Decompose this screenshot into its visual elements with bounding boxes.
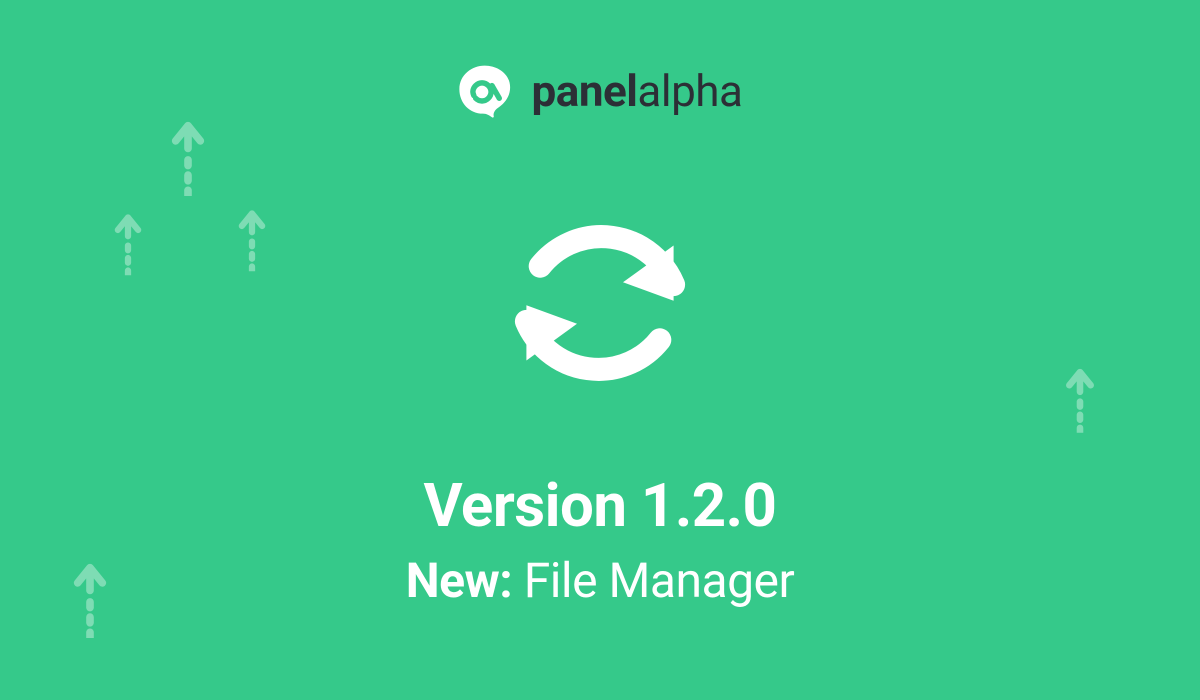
feature-name: File Manager xyxy=(524,552,795,609)
version-prefix: Version xyxy=(424,470,627,541)
refresh-icon xyxy=(485,188,715,418)
brand-name-bold: panel xyxy=(532,69,638,113)
arrow-up-dashed-icon xyxy=(236,209,267,271)
version-headline: Version 1.2.0 xyxy=(0,470,1200,541)
feature-subhead: New: File Manager xyxy=(0,552,1200,609)
brand-wordmark: panelalpha xyxy=(532,69,743,113)
alpha-blob-icon xyxy=(458,62,516,120)
brand-logo: panelalpha xyxy=(458,62,743,120)
feature-lead: New: xyxy=(406,552,513,609)
arrow-up-dashed-icon xyxy=(71,562,109,638)
arrow-up-dashed-icon xyxy=(112,213,143,275)
arrow-up-dashed-icon xyxy=(169,120,207,196)
version-number: 1.2.0 xyxy=(641,470,777,541)
arrow-up-dashed-icon xyxy=(1064,367,1097,433)
brand-name-light: alpha xyxy=(637,69,742,113)
